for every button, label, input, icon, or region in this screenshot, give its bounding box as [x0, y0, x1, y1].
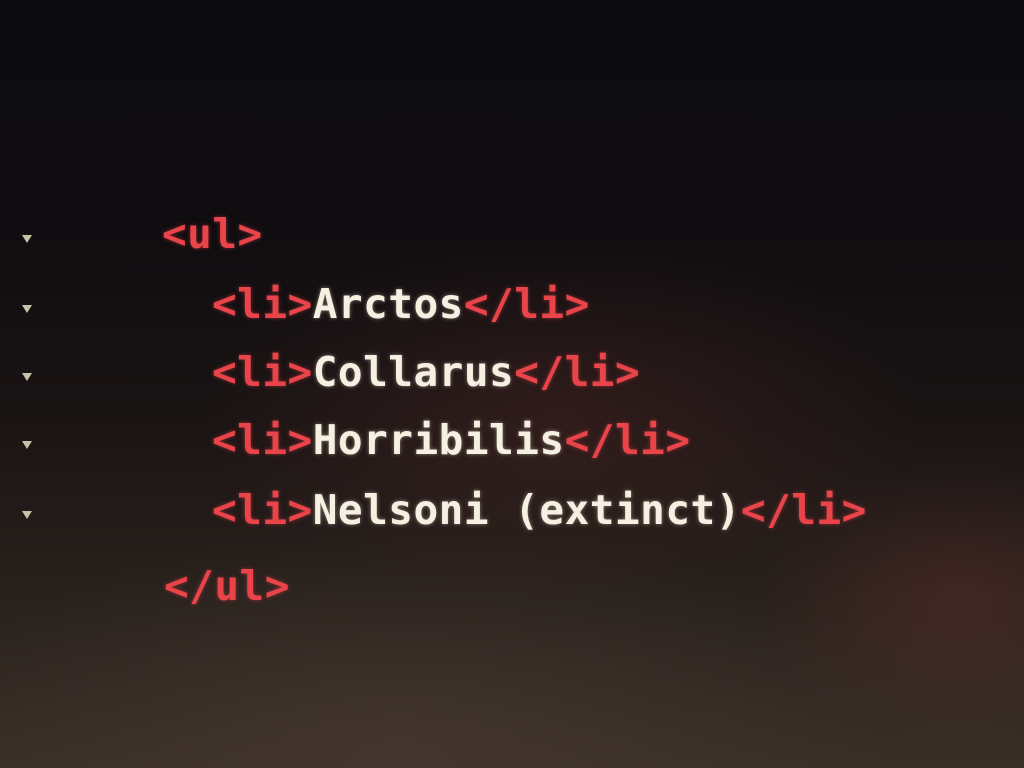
- open-tag: <li>: [212, 348, 313, 396]
- code-line[interactable]: <li>Nelsoni (extinct)</li>: [0, 486, 1024, 574]
- tag-content: Nelsoni (extinct): [312, 486, 741, 534]
- tag-content: Horribilis: [312, 416, 565, 464]
- code-text: <li>Nelsoni (extinct)</li>: [212, 486, 867, 534]
- fold-triangle-icon[interactable]: [20, 438, 34, 452]
- open-tag: <li>: [212, 416, 313, 464]
- fold-triangle-icon[interactable]: [20, 370, 34, 384]
- close-tag: </li>: [564, 416, 691, 464]
- close-tag: </li>: [514, 348, 641, 396]
- code-text: <li>Horribilis</li>: [212, 416, 691, 464]
- code-editor[interactable]: <ul> <li>Arctos</li> <li>Collarus</li> <…: [0, 0, 1024, 768]
- fold-triangle-icon[interactable]: [20, 232, 34, 246]
- close-tag: </ul>: [164, 562, 290, 610]
- tag-content: Collarus: [312, 348, 515, 396]
- code-text: <ul>: [162, 210, 263, 258]
- code-text: </ul>: [164, 562, 290, 610]
- code-text: <li>Arctos</li>: [212, 280, 590, 328]
- open-tag: <li>: [212, 486, 313, 534]
- open-tag: <li>: [212, 280, 313, 328]
- tag-content: Arctos: [312, 280, 464, 328]
- fold-triangle-icon[interactable]: [20, 302, 34, 316]
- open-tag: <ul>: [162, 210, 263, 258]
- fold-triangle-icon[interactable]: [20, 508, 34, 522]
- close-tag: </li>: [740, 486, 867, 534]
- close-tag: </li>: [463, 280, 590, 328]
- code-text: <li>Collarus</li>: [212, 348, 640, 396]
- code-line[interactable]: </ul>: [0, 562, 1024, 650]
